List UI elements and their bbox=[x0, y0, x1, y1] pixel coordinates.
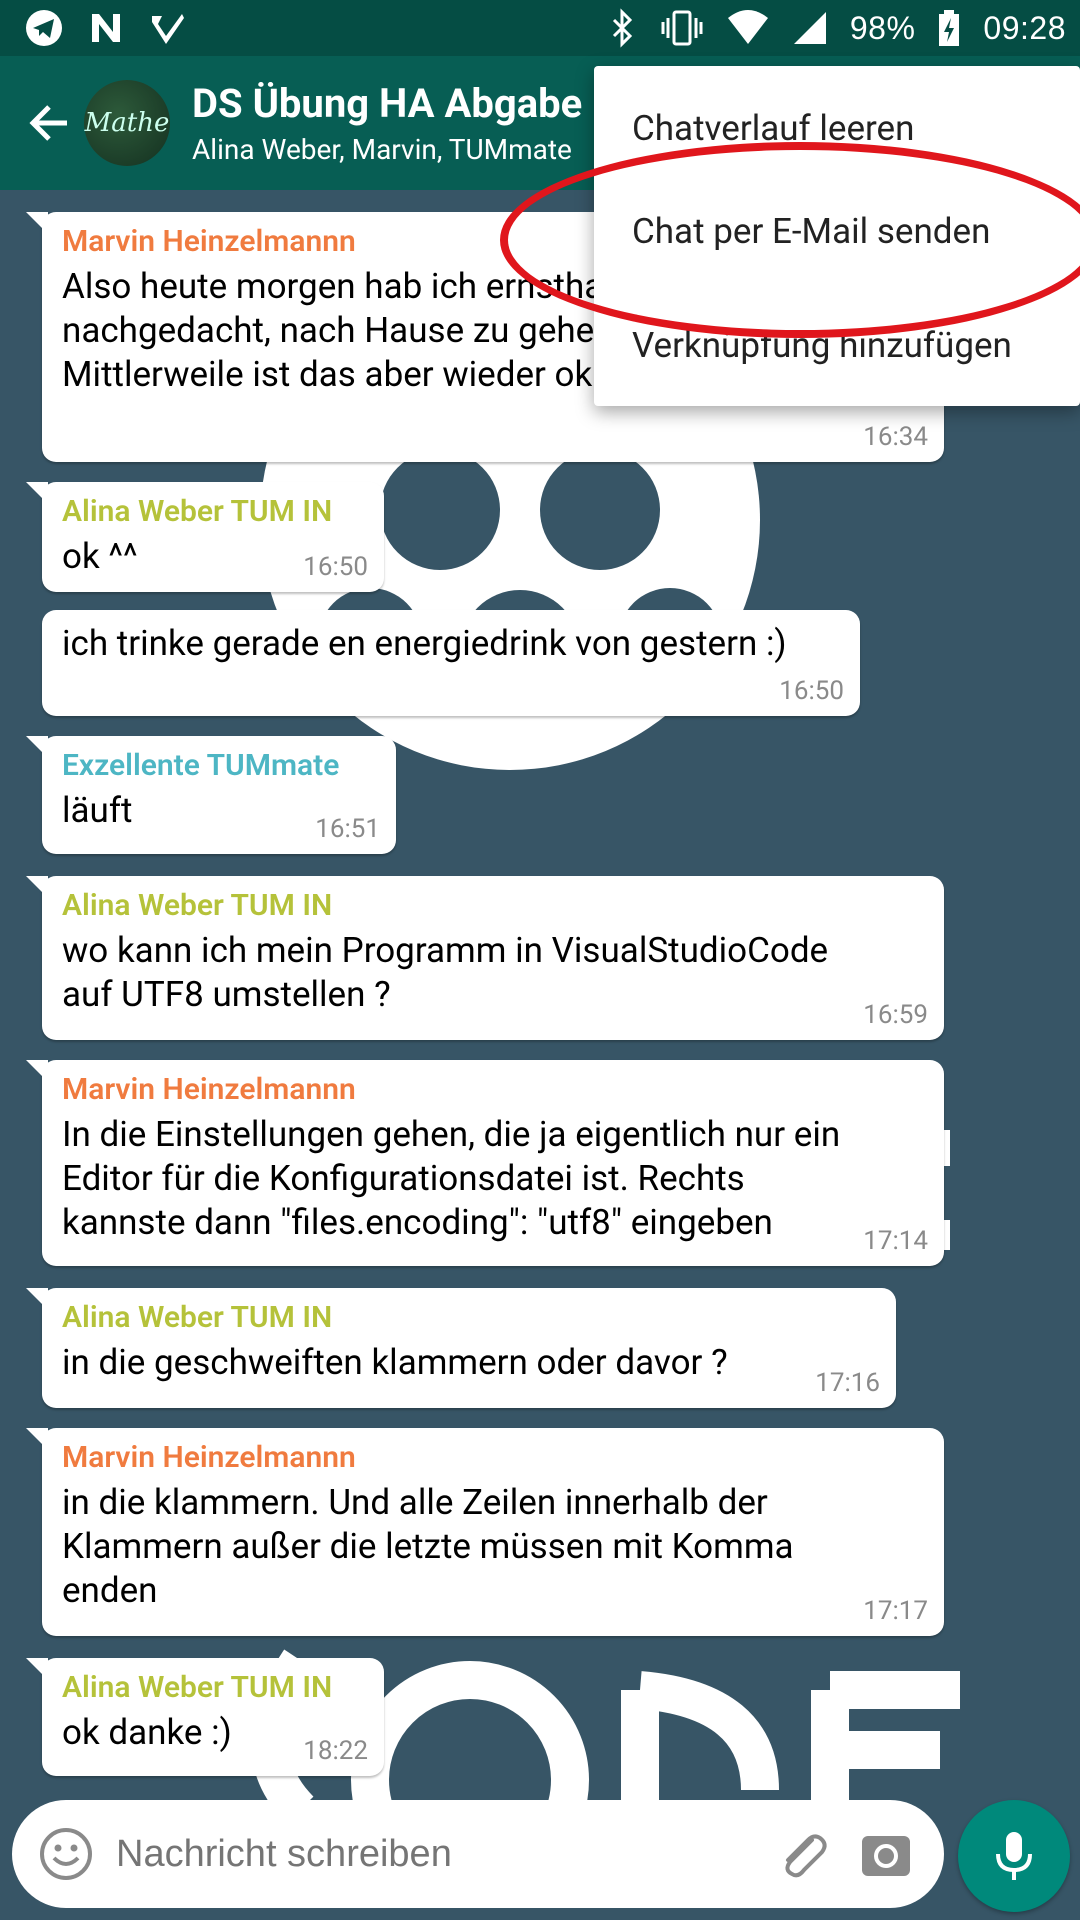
message-bubble[interactable]: Marvin Heinzelmannn in die klammern. Und… bbox=[26, 1428, 944, 1636]
camera-icon[interactable] bbox=[858, 1826, 914, 1882]
message-bubble[interactable]: ich trinke gerade en energiedrink von ge… bbox=[42, 610, 860, 716]
arrow-back-icon bbox=[29, 105, 67, 141]
bluetooth-icon bbox=[612, 8, 632, 48]
status-bar: 98% 09:28 bbox=[0, 0, 1080, 56]
message-sender: Alina Weber TUM IN bbox=[62, 1300, 333, 1335]
chat-subtitle: Alina Weber, Marvin, TUMmate bbox=[192, 133, 572, 166]
message-time: 17:14 bbox=[863, 1226, 928, 1256]
signal-icon bbox=[793, 12, 826, 44]
message-bubble[interactable]: Alina Weber TUM IN wo kann ich mein Prog… bbox=[26, 876, 944, 1040]
message-text: ich trinke gerade en energiedrink von ge… bbox=[62, 623, 787, 664]
battery-charging-icon bbox=[939, 10, 960, 46]
message-list[interactable]: Marvin Heinzelmannn Also heute morgen ha… bbox=[0, 190, 1080, 1800]
message-sender: Marvin Heinzelmannn bbox=[62, 1440, 356, 1475]
message-sender: Marvin Heinzelmannn bbox=[62, 1072, 356, 1107]
menu-item-add-shortcut[interactable]: Verknüpfung hinzufügen bbox=[594, 288, 1080, 402]
menu-item-clear-chat[interactable]: Chatverlauf leeren bbox=[594, 82, 1080, 174]
telegram-icon bbox=[26, 10, 62, 46]
overflow-menu: Chatverlauf leeren Chat per E-Mail sende… bbox=[594, 66, 1080, 406]
message-input[interactable] bbox=[116, 1832, 772, 1876]
message-time: 16:51 bbox=[315, 814, 380, 844]
clock: 09:28 bbox=[983, 9, 1066, 46]
message-composer bbox=[12, 1800, 944, 1908]
task-check-icon bbox=[152, 14, 184, 44]
message-time: 18:22 bbox=[303, 1736, 368, 1766]
microphone-icon bbox=[996, 1832, 1032, 1880]
message-text: wo kann ich mein Programm in VisualStudi… bbox=[62, 930, 829, 1015]
message-sender: Alina Weber TUM IN bbox=[62, 494, 333, 529]
message-sender: Exzellente TUMmate bbox=[62, 748, 340, 783]
group-avatar[interactable]: Mathe bbox=[84, 80, 170, 166]
menu-item-email-chat[interactable]: Chat per E-Mail senden bbox=[594, 174, 1080, 288]
battery-percent: 98% bbox=[849, 9, 916, 46]
back-button[interactable] bbox=[14, 88, 84, 158]
message-time: 16:50 bbox=[303, 552, 368, 582]
message-sender: Alina Weber TUM IN bbox=[62, 888, 333, 923]
message-text: in die geschweiften klammern oder davor … bbox=[62, 1342, 728, 1383]
wifi-icon bbox=[727, 10, 768, 44]
paperclip-icon[interactable] bbox=[772, 1824, 832, 1884]
emoji-icon[interactable] bbox=[38, 1826, 94, 1882]
avatar-text: Mathe bbox=[84, 108, 170, 138]
voice-record-button[interactable] bbox=[958, 1800, 1070, 1912]
message-bubble[interactable]: Alina Weber TUM IN ok ^^ 16:50 bbox=[26, 482, 384, 592]
message-time: 17:16 bbox=[815, 1368, 880, 1398]
message-time: 16:50 bbox=[779, 676, 844, 706]
message-bubble[interactable]: Exzellente TUMmate läuft 16:51 bbox=[26, 736, 396, 854]
vibrate-icon bbox=[661, 10, 703, 46]
message-bubble[interactable]: Alina Weber TUM IN in die geschweiften k… bbox=[26, 1288, 896, 1408]
message-time: 16:34 bbox=[863, 422, 928, 452]
message-bubble[interactable]: Alina Weber TUM IN ok danke :) 18:22 bbox=[26, 1658, 384, 1776]
n-app-icon bbox=[92, 14, 120, 42]
message-sender: Alina Weber TUM IN bbox=[62, 1670, 333, 1705]
chat-title: DS Übung HA Abgabe bbox=[192, 80, 583, 127]
message-time: 16:59 bbox=[863, 1000, 928, 1030]
message-text: In die Einstellungen gehen, die ja eigen… bbox=[62, 1114, 841, 1243]
message-time: 17:17 bbox=[863, 1596, 928, 1626]
message-text: in die klammern. Und alle Zeilen innerha… bbox=[62, 1482, 794, 1611]
message-bubble[interactable]: Marvin Heinzelmannn In die Einstellungen… bbox=[26, 1060, 944, 1266]
header-titleblock[interactable]: DS Übung HA Abgabe Alina Weber, Marvin, … bbox=[192, 80, 582, 166]
